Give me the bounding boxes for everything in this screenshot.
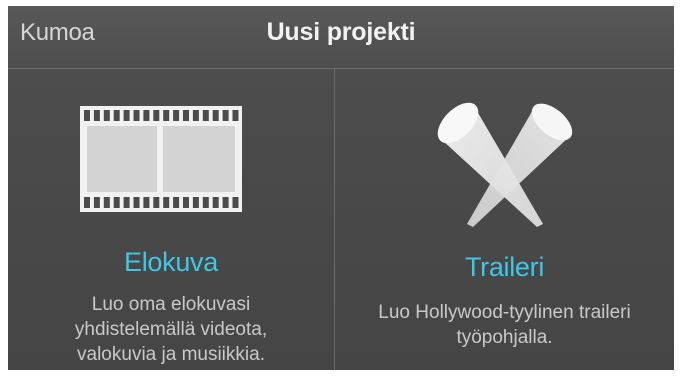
film-perforation xyxy=(222,110,229,121)
film-perforation xyxy=(84,197,90,208)
film-perforation xyxy=(173,197,180,208)
film-perforation xyxy=(113,197,120,208)
film-perforation xyxy=(123,110,130,121)
trailer-option-label: Traileri xyxy=(464,252,545,282)
film-perforation xyxy=(133,197,140,208)
film-perforation xyxy=(143,197,150,208)
trailer-option[interactable]: Traileri Luo Hollywood-tyylinen traileri… xyxy=(335,69,674,370)
film-perforation xyxy=(113,110,120,121)
movie-option-description: Luo oma elokuvasi yhdistelemällä videota… xyxy=(8,292,334,367)
film-perforation xyxy=(183,197,189,208)
new-project-screen: Kumoa Uusi projekti Elokuva Luo oma elok… xyxy=(8,6,674,370)
film-perforation xyxy=(192,197,199,208)
film-perforation xyxy=(123,197,130,208)
film-perforation xyxy=(84,110,90,121)
film-perforation xyxy=(173,110,180,121)
film-perforation xyxy=(153,110,160,121)
film-perforation xyxy=(202,110,209,121)
film-perforation xyxy=(93,110,100,121)
film-perforation xyxy=(163,197,170,208)
description-line: Luo oma elokuvasi xyxy=(91,294,251,315)
crossed-spotlights-icon xyxy=(437,102,573,227)
description-line: yhdistelemällä videota, xyxy=(74,319,268,340)
page-title: Uusi projekti xyxy=(266,18,416,46)
description-line: valokuvia ja musiikkia. xyxy=(77,344,265,365)
film-strip-icon xyxy=(80,106,242,212)
film-perforation xyxy=(163,110,170,121)
film-perforation xyxy=(232,110,239,121)
film-perforation xyxy=(222,197,229,208)
trailer-option-description: Luo Hollywood-tyylinen traileri työpohja… xyxy=(335,300,674,350)
film-perforation xyxy=(103,197,110,208)
film-perforation xyxy=(133,110,140,121)
film-perforation xyxy=(192,110,199,121)
film-perforation xyxy=(232,197,239,208)
film-perforation xyxy=(143,110,150,121)
movie-option[interactable]: Elokuva Luo oma elokuvasi yhdistelemällä… xyxy=(8,69,334,370)
film-perforation xyxy=(183,110,189,121)
film-perforation xyxy=(103,110,110,121)
film-perforation xyxy=(93,197,100,208)
description-line: Luo Hollywood-tyylinen traileri xyxy=(378,302,631,323)
film-perforation xyxy=(153,197,160,208)
film-perforation xyxy=(212,197,219,208)
film-perforation xyxy=(202,197,209,208)
description-line: työpohjalla. xyxy=(456,327,553,348)
film-perforation xyxy=(212,110,219,121)
navigation-bar: Kumoa Uusi projekti xyxy=(8,6,674,69)
movie-option-label: Elokuva xyxy=(124,247,218,277)
